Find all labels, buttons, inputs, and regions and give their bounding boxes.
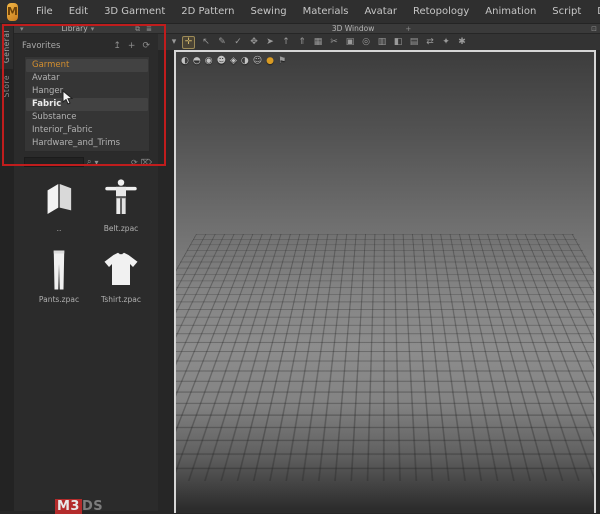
show-shoes-toggle-icon[interactable]: ◑ bbox=[241, 56, 249, 66]
thumbnail-pants[interactable]: Pants.zpac bbox=[28, 247, 90, 304]
move-pointer-icon[interactable]: ➤ bbox=[262, 36, 278, 49]
3d-viewport[interactable]: ◐ ◓ ◉ ☻ ◈ ◑ ☺ ● ⚑ bbox=[174, 50, 596, 513]
favorites-item-hardware-and-trims[interactable]: Hardware_and_Trims bbox=[26, 137, 148, 150]
show-garment-toggle-icon[interactable]: ◓ bbox=[193, 56, 201, 66]
thumbnail-parent-folder[interactable]: .. bbox=[28, 176, 90, 233]
pen-tool-icon[interactable]: ✎ bbox=[214, 36, 230, 49]
app-logo-icon: M bbox=[7, 3, 18, 21]
simulate-icon[interactable]: ▾ bbox=[166, 36, 182, 49]
search-caret-icon[interactable]: ▾ bbox=[94, 158, 98, 167]
select-move-icon[interactable]: ✛ bbox=[182, 36, 195, 49]
menu-bar: M FileEdit3D Garment2D PatternSewingMate… bbox=[0, 0, 600, 24]
ground-grid bbox=[174, 234, 596, 481]
render-style-toggle-icon[interactable]: ◐ bbox=[181, 56, 189, 66]
solidify-tool-icon[interactable]: ◧ bbox=[390, 36, 406, 49]
watermark-ds: DS bbox=[82, 499, 103, 514]
thumbnail-label: Tshirt.zpac bbox=[101, 295, 141, 304]
fabric-tool-icon[interactable]: ▥ bbox=[374, 36, 390, 49]
menu-items: FileEdit3D Garment2D PatternSewingMateri… bbox=[28, 0, 600, 24]
watermark-m3: M3 bbox=[55, 499, 82, 514]
favorites-item-interior-fabric[interactable]: Interior_Fabric bbox=[26, 124, 148, 137]
side-tab-strip: General Store bbox=[0, 24, 14, 511]
thumbnail-belt[interactable]: Belt.zpac bbox=[90, 176, 152, 233]
avatar-pose-toggle-icon[interactable]: ☺ bbox=[253, 56, 262, 66]
menu-item-script[interactable]: Script bbox=[544, 0, 589, 24]
sync-icon[interactable]: ⟳ bbox=[142, 41, 150, 51]
sewing-tool-icon[interactable]: ▣ bbox=[342, 36, 358, 49]
menu-item-3d-garment[interactable]: 3D Garment bbox=[96, 0, 173, 24]
belt-avatar-image bbox=[99, 176, 143, 222]
arrangement-points-icon[interactable]: ✥ bbox=[246, 36, 262, 49]
menu-item-display[interactable]: Display bbox=[589, 0, 600, 24]
menu-item-sewing[interactable]: Sewing bbox=[243, 0, 295, 24]
menu-item-materials[interactable]: Materials bbox=[295, 0, 357, 24]
add-favorite-icon[interactable]: + bbox=[128, 41, 136, 51]
steam-tool-icon[interactable]: ◎ bbox=[358, 36, 374, 49]
parent-folder-icon bbox=[37, 176, 81, 222]
watermark: M3DS bbox=[55, 499, 103, 514]
thumbnail-grid: .. Belt.zpac Pan bbox=[28, 176, 152, 304]
show-avatar-toggle-icon[interactable]: ☻ bbox=[217, 56, 226, 66]
library-tab-bar: ▾ Library ▾ ⧉ ≣ bbox=[14, 24, 158, 34]
3d-toolbar: ▾✛↖✎✓✥➤↑⇑▦✂▣◎▥◧▤⇄✦✱ bbox=[158, 34, 600, 50]
favorites-item-substance[interactable]: Substance bbox=[26, 111, 148, 124]
swap-tool-icon[interactable]: ⇄ bbox=[422, 36, 438, 49]
pin-tool-icon[interactable]: ✦ bbox=[438, 36, 454, 49]
zoom-garment-toggle-icon[interactable]: ◉ bbox=[205, 56, 213, 66]
panel-caret-icon[interactable]: ▾ bbox=[17, 24, 27, 34]
edit-pin-icon[interactable]: ✓ bbox=[230, 36, 246, 49]
3d-window-tab-bar: 3D Window + ⊡ bbox=[158, 24, 600, 34]
3d-window-tab[interactable]: 3D Window bbox=[332, 24, 375, 33]
library-panel: ▾ Library ▾ ⧉ ≣ Favorites ↥ + ⟳ GarmentA… bbox=[14, 24, 158, 511]
favorites-item-fabric[interactable]: Fabric bbox=[26, 98, 148, 111]
favorites-item-hanger[interactable]: Hanger bbox=[26, 85, 148, 98]
scissors-tool-icon[interactable]: ✂ bbox=[326, 36, 342, 49]
viewport-display-toggles: ◐ ◓ ◉ ☻ ◈ ◑ ☺ ● ⚑ bbox=[181, 56, 286, 66]
favorites-list: GarmentAvatarHangerFabricSubstanceInteri… bbox=[24, 56, 150, 152]
sidebar-tab-general[interactable]: General bbox=[0, 24, 13, 69]
library-search-row: ⌕ ▾ ⟳ ⌦ bbox=[24, 156, 152, 168]
search-icon[interactable]: ⌕ bbox=[87, 157, 91, 167]
search-input[interactable] bbox=[24, 157, 84, 167]
pin-small-toggle-icon[interactable]: ⚑ bbox=[278, 56, 286, 66]
thumbnail-label: Pants.zpac bbox=[39, 295, 79, 304]
float-window-icon[interactable]: ⊡ bbox=[588, 24, 600, 34]
3d-window-region: 3D Window + ⊡ ▾✛↖✎✓✥➤↑⇑▦✂▣◎▥◧▤⇄✦✱ ◐ ◓ ◉ ☻ ◈ ◑… bbox=[158, 24, 600, 511]
favorites-title: Favorites bbox=[22, 41, 60, 51]
thumbnail-tshirt[interactable]: Tshirt.zpac bbox=[90, 247, 152, 304]
pose-tool-icon[interactable]: ✱ bbox=[454, 36, 470, 49]
layer-tool-icon[interactable]: ▤ bbox=[406, 36, 422, 49]
menu-item-file[interactable]: File bbox=[28, 0, 61, 24]
library-tab[interactable]: Library bbox=[61, 24, 87, 33]
thumbnail-label: Belt.zpac bbox=[104, 224, 139, 233]
delete-icon[interactable]: ⌦ bbox=[141, 158, 152, 167]
menu-item-2d-pattern[interactable]: 2D Pattern bbox=[173, 0, 242, 24]
menu-item-animation[interactable]: Animation bbox=[477, 0, 544, 24]
favorites-header: Favorites ↥ + ⟳ bbox=[22, 40, 150, 52]
menu-item-avatar[interactable]: Avatar bbox=[357, 0, 405, 24]
add-tab-icon[interactable]: + bbox=[402, 24, 414, 34]
sidebar-tab-store[interactable]: Store bbox=[0, 69, 13, 103]
thumbnail-label: .. bbox=[57, 224, 62, 233]
panel-options-icon[interactable]: ≣ bbox=[143, 24, 155, 34]
float-panel-icon[interactable]: ⧉ bbox=[132, 24, 143, 34]
fit-to-avatar-icon[interactable]: ⇑ bbox=[294, 36, 310, 49]
show-accessory-toggle-icon[interactable]: ◈ bbox=[230, 56, 237, 66]
pants-image bbox=[37, 247, 81, 293]
menu-item-edit[interactable]: Edit bbox=[61, 0, 96, 24]
select-mesh-icon[interactable]: ↖ bbox=[198, 36, 214, 49]
refresh-icon[interactable]: ⟳ bbox=[131, 158, 138, 167]
import-icon[interactable]: ↥ bbox=[113, 41, 121, 51]
reset-arrangement-icon[interactable]: ↑ bbox=[278, 36, 294, 49]
tab-caret-icon[interactable]: ▾ bbox=[88, 24, 98, 34]
menu-item-retopology[interactable]: Retopology bbox=[405, 0, 477, 24]
tshirt-image bbox=[99, 247, 143, 293]
active-orange-toggle-icon[interactable]: ● bbox=[266, 56, 274, 66]
favorites-item-garment[interactable]: Garment bbox=[26, 59, 148, 72]
grid-tool-icon[interactable]: ▦ bbox=[310, 36, 326, 49]
favorites-item-avatar[interactable]: Avatar bbox=[26, 72, 148, 85]
